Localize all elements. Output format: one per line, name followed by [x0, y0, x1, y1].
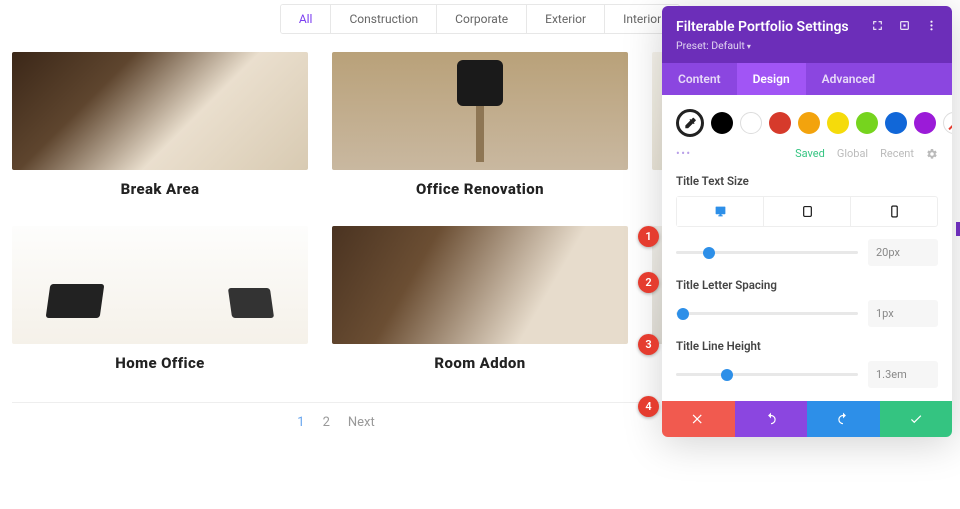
page-1[interactable]: 1 [297, 415, 304, 430]
device-desktop[interactable] [677, 197, 764, 226]
status-global[interactable]: Global [837, 147, 868, 160]
panel-footer [662, 401, 952, 437]
filter-tabs: All Construction Corporate Exterior Inte… [280, 4, 680, 34]
annotation-4: 4 [638, 396, 659, 417]
portfolio-card[interactable]: Home Office [12, 226, 308, 372]
preset-dropdown[interactable]: Preset: Default [676, 39, 938, 52]
more-icon[interactable] [925, 17, 938, 36]
field-label: Title Letter Spacing [676, 278, 938, 292]
device-phone[interactable] [851, 197, 937, 226]
filter-tab-exterior[interactable]: Exterior [527, 5, 605, 33]
more-swatches-icon[interactable]: ••• [676, 147, 692, 160]
swatch-green[interactable] [856, 112, 878, 134]
swatch-white[interactable] [740, 112, 762, 134]
card-thumb [12, 226, 308, 344]
annotation-2: 2 [638, 272, 659, 293]
field-line-height: Title Line Height 1.3em [676, 339, 938, 388]
undo-button[interactable] [735, 401, 808, 437]
slider-track-text-size[interactable] [676, 251, 858, 254]
status-recent[interactable]: Recent [880, 147, 914, 160]
swatch-yellow[interactable] [827, 112, 849, 134]
swatch-none[interactable] [943, 112, 952, 134]
redo-button[interactable] [807, 401, 880, 437]
annotation-1: 1 [638, 226, 659, 247]
drag-icon[interactable] [898, 17, 911, 36]
portfolio-card[interactable]: Room Addon [332, 226, 628, 372]
status-saved[interactable]: Saved [795, 147, 825, 160]
field-label: Title Line Height [676, 339, 938, 353]
swatch-red[interactable] [769, 112, 791, 134]
value-letter-spacing[interactable]: 1px [868, 300, 938, 327]
settings-panel: Filterable Portfolio Settings Preset: De… [662, 6, 952, 437]
field-text-size: Title Text Size [676, 174, 938, 227]
card-thumb [332, 226, 628, 344]
swatch-black[interactable] [711, 112, 733, 134]
filter-tab-construction[interactable]: Construction [331, 5, 437, 33]
filter-tab-all[interactable]: All [281, 5, 332, 33]
card-thumb [12, 52, 308, 170]
tab-content[interactable]: Content [662, 63, 737, 95]
card-title: Office Renovation [332, 180, 628, 198]
device-segment [676, 196, 938, 227]
pagination: 1 2 Next [12, 402, 660, 430]
page-next[interactable]: Next [348, 415, 375, 430]
value-line-height[interactable]: 1.3em [868, 361, 938, 388]
swatch-blue[interactable] [885, 112, 907, 134]
panel-body: ••• Saved Global Recent Title Text Size … [662, 95, 952, 401]
confirm-button[interactable] [880, 401, 953, 437]
card-title: Break Area [12, 180, 308, 198]
panel-header: Filterable Portfolio Settings Preset: De… [662, 6, 952, 63]
swatch-status: Saved Global Recent [795, 147, 938, 160]
card-thumb [332, 52, 628, 170]
tab-design[interactable]: Design [737, 63, 806, 95]
value-text-size[interactable]: 20px [868, 239, 938, 266]
focus-icon[interactable] [871, 17, 884, 36]
portfolio-card[interactable]: Break Area [12, 52, 308, 198]
field-label: Title Text Size [676, 174, 938, 188]
slider-text-size: 20px [676, 239, 938, 266]
panel-title: Filterable Portfolio Settings [676, 19, 849, 35]
tab-advanced[interactable]: Advanced [806, 63, 891, 95]
slider-track-line-height[interactable] [676, 373, 858, 376]
gear-icon[interactable] [926, 148, 938, 160]
color-swatches [676, 109, 938, 137]
card-title: Home Office [12, 354, 308, 372]
filter-tab-corporate[interactable]: Corporate [437, 5, 527, 33]
panel-header-icons [871, 17, 938, 36]
portfolio-card[interactable]: Office Renovation [332, 52, 628, 198]
annotation-3: 3 [638, 334, 659, 355]
swatch-purple[interactable] [914, 112, 936, 134]
page-2[interactable]: 2 [323, 415, 330, 430]
card-title: Room Addon [332, 354, 628, 372]
eyedropper-swatch[interactable] [676, 109, 704, 137]
device-tablet[interactable] [764, 197, 851, 226]
field-letter-spacing: Title Letter Spacing 1px [676, 278, 938, 327]
slider-track-letter-spacing[interactable] [676, 312, 858, 315]
cancel-button[interactable] [662, 401, 735, 437]
swatch-orange[interactable] [798, 112, 820, 134]
panel-tabs: Content Design Advanced [662, 63, 952, 95]
side-marker [956, 222, 960, 236]
